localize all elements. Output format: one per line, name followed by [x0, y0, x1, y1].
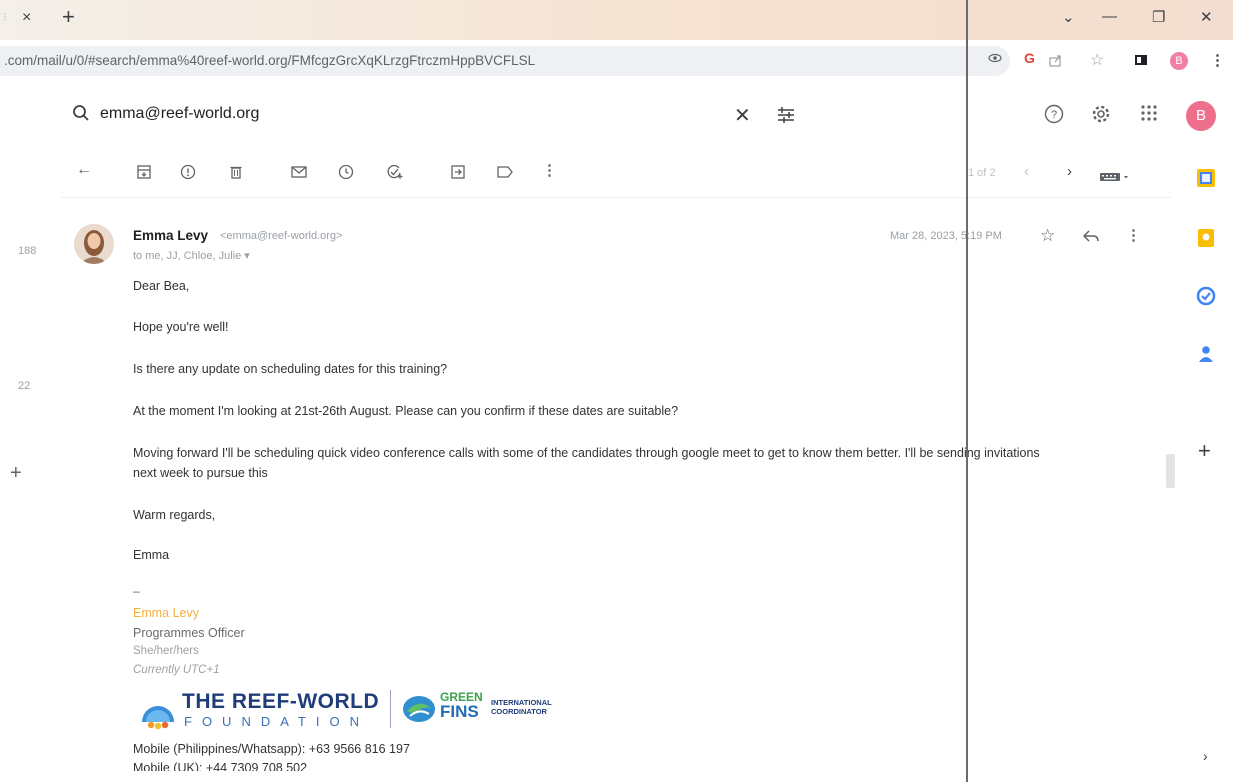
newer-chevron-icon[interactable]: › — [1067, 163, 1072, 180]
keep-icon[interactable] — [1196, 228, 1216, 253]
search-options-icon[interactable] — [776, 105, 796, 130]
show-side-panel-chevron-icon[interactable]: › — [1203, 748, 1208, 764]
address-bar-row: .com/mail/u/0/#search/emma%40reef-world.… — [0, 44, 1233, 78]
body-greeting: Dear Bea, — [133, 279, 190, 293]
input-tools-keyboard-icon[interactable] — [1100, 169, 1130, 187]
snooze-clock-icon[interactable] — [338, 164, 354, 185]
browser-tab-strip: ⁝ × + ⌄ — ❐ ✕ — [0, 0, 1233, 40]
move-to-icon[interactable] — [450, 164, 466, 185]
reef-world-logo-banner[interactable]: THE REEF-WORLD FOUNDATION GREEN FINS INT… — [138, 688, 583, 732]
green-fins-coordinator: INTERNATIONAL COORDINATOR — [491, 698, 552, 716]
delete-trash-icon[interactable] — [228, 164, 244, 185]
search-input[interactable]: emma@reef-world.org — [100, 105, 259, 123]
toolbar-divider — [60, 197, 1172, 198]
recipients-dropdown[interactable]: to me, JJ, Chloe, Julie ▾ — [133, 249, 250, 262]
older-chevron-icon[interactable]: ‹ — [1024, 163, 1029, 180]
message-more-icon[interactable]: ⋮ — [1126, 226, 1141, 244]
new-tab-button[interactable]: + — [62, 4, 75, 30]
left-rail-count: 22 — [18, 380, 31, 392]
star-icon[interactable]: ☆ — [1040, 226, 1055, 246]
signature-separator: – — [133, 584, 140, 598]
bookmark-star-icon[interactable]: ☆ — [1090, 50, 1104, 70]
sender-avatar[interactable] — [74, 224, 114, 264]
tasks-icon[interactable] — [1196, 286, 1216, 311]
body-paragraph: Is there any update on scheduling dates … — [133, 362, 448, 376]
account-avatar[interactable]: B — [1186, 101, 1216, 131]
label-tag-icon[interactable] — [496, 164, 514, 185]
reef-world-emblem-icon — [138, 692, 178, 735]
apps-grid-icon[interactable] — [1140, 104, 1158, 127]
browser-menu-icon[interactable]: ⋮ — [1210, 51, 1225, 69]
add-to-tasks-icon[interactable] — [386, 164, 404, 185]
help-icon[interactable]: ? — [1044, 104, 1064, 129]
side-panel-icon[interactable] — [1134, 53, 1148, 72]
sender-name[interactable]: Emma Levy — [133, 228, 208, 243]
get-addons-button[interactable]: + — [1198, 438, 1211, 464]
new-label-button[interactable]: + — [10, 462, 22, 485]
body-sign-off: Emma — [133, 548, 170, 562]
signature-mobile-philippines: Mobile (Philippines/Whatsapp): +63 9566 … — [133, 742, 410, 756]
svg-text:?: ? — [1051, 109, 1057, 121]
reply-icon[interactable] — [1082, 228, 1100, 249]
signature-pronouns: She/her/hers — [133, 645, 199, 657]
body-paragraph: At the moment I'm looking at 21st-26th A… — [133, 404, 679, 418]
message-toolbar: ← ⋮ 1 of 2 ‹ › — [60, 155, 1180, 193]
calendar-icon[interactable] — [1196, 168, 1216, 193]
close-window-button[interactable]: ✕ — [1200, 8, 1213, 26]
tab-edge: ⁝ — [3, 10, 7, 24]
url-text[interactable]: .com/mail/u/0/#search/emma%40reef-world.… — [4, 53, 535, 68]
signature-mobile-uk: Mobile (UK): +44 7309 708 502 — [133, 761, 308, 771]
reef-world-subtitle: FOUNDATION — [184, 714, 369, 729]
omnibox[interactable]: .com/mail/u/0/#search/emma%40reef-world.… — [0, 46, 1010, 76]
green-fins-fins: FINS — [440, 702, 479, 721]
search-bar[interactable]: emma@reef-world.org ✕ — [60, 92, 800, 138]
minimize-button[interactable]: — — [1102, 8, 1117, 25]
tab-close-button[interactable]: × — [22, 9, 31, 27]
search-icon[interactable] — [72, 104, 90, 127]
green-fins-emblem-icon — [402, 694, 436, 729]
body-closing: Warm regards, — [133, 508, 216, 522]
more-options-icon[interactable]: ⋮ — [542, 161, 557, 179]
report-spam-icon[interactable] — [180, 164, 196, 185]
left-rail-count: 188 — [18, 245, 37, 257]
signature-timezone: Currently UTC+1 — [133, 664, 220, 676]
signature-role: Programmes Officer — [133, 626, 245, 640]
mark-unread-icon[interactable] — [290, 164, 308, 185]
scrollbar-thumb[interactable] — [1166, 454, 1175, 488]
eye-icon[interactable] — [988, 51, 1002, 68]
pager-count: 1 of 2 — [968, 167, 996, 179]
reef-world-title: THE REEF-WORLD — [182, 690, 380, 713]
scan-artifact-line — [966, 0, 968, 782]
tab-search-dropdown-icon[interactable]: ⌄ — [1062, 8, 1075, 26]
logo-divider — [390, 690, 391, 728]
sender-email: <emma@reef-world.org> — [220, 230, 343, 242]
body-paragraph: next week to pursue this — [133, 466, 268, 480]
gmail-header: emma@reef-world.org ✕ ? B — [0, 80, 1233, 152]
back-arrow-icon[interactable]: ← — [76, 161, 92, 179]
settings-gear-icon[interactable] — [1091, 104, 1111, 129]
body-paragraph: Hope you're well! — [133, 320, 229, 334]
contacts-icon[interactable] — [1196, 344, 1216, 369]
share-icon[interactable] — [1048, 53, 1063, 73]
signature-name: Emma Levy — [133, 606, 199, 620]
clear-search-button[interactable]: ✕ — [734, 103, 751, 128]
google-icon[interactable]: G — [1024, 50, 1035, 66]
archive-icon[interactable] — [136, 164, 152, 185]
restore-button[interactable]: ❐ — [1152, 8, 1165, 26]
message-date: Mar 28, 2023, 5:19 PM — [890, 230, 1002, 242]
browser-profile-avatar[interactable]: B — [1170, 52, 1188, 70]
body-paragraph: Moving forward I'll be scheduling quick … — [133, 446, 1040, 460]
